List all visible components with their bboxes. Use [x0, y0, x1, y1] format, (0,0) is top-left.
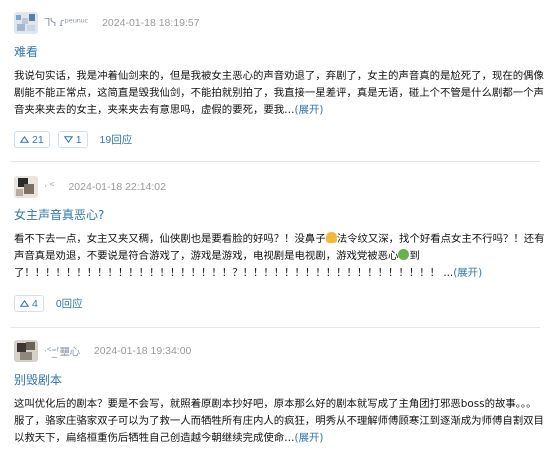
review-header: ᐧᑉ⁼̲ᶠ壨心 2024-01-18 19:34:00 [14, 340, 191, 362]
sick-face-icon [398, 249, 410, 260]
review-title[interactable]: 女主声音真恶心? [14, 206, 104, 223]
downvote-count: 1 [75, 133, 82, 146]
avatar[interactable] [14, 340, 38, 362]
reviewer-name[interactable]: ᐧᑉ⁼̲ᶠ壨心 [44, 344, 80, 359]
expand-link[interactable]: (展开) [453, 267, 482, 279]
review-item: ᒣᓭ ɾᵖᵉᵘⁿᵘᶜ 2024-01-18 18:19:57 难看 我说句实话，… [0, 0, 550, 162]
avatar[interactable] [14, 176, 38, 198]
upvote-count: 21 [32, 133, 44, 146]
downvote-button[interactable]: 1 [57, 131, 88, 148]
upvote-count: 4 [32, 297, 38, 310]
review-timestamp: 2024-01-18 18:19:57 [102, 17, 200, 29]
review-body-line: 看不下去一点，女主又夹又稠，仙侠剧也是要看脸的好吗？！没鼻子 法令纹又深，找个好看… [14, 232, 545, 245]
reply-link[interactable]: 0回应 [56, 296, 83, 311]
triangle-down-icon [63, 136, 73, 143]
review-body-line: 我说句实话，我是冲着仙剑来的，但是我被女主恶心的声音劝退了，弃剧了，女主的声音真… [14, 70, 544, 82]
review-body-line: 这叫优化后的剧本？要是不会写，就照着原剧本抄好吧，原本那么好的剧本就写成了主角团… [14, 398, 537, 410]
review-body: 我说句实话，我是冲着仙剑来的，但是我被女主恶心的声音劝退了，弃剧了，女主的声音真… [14, 68, 546, 119]
review-title[interactable]: 难看 [14, 43, 38, 60]
review-actions: 4 0回应 [14, 295, 83, 312]
review-body: 这叫优化后的剧本？要是不会写，就照着原剧本抄好吧，原本那么好的剧本就写成了主角团… [14, 396, 546, 447]
review-body-line: 声音真是劝退，不要说是符合游戏了，游戏是游戏，电视剧是电视剧，游戏党被恶心到 [14, 249, 420, 262]
review-item: ᐧᑉ⁼̲ᶠ壨心 2024-01-18 19:34:00 别毁剧本 这叫优化后的剧… [0, 328, 550, 454]
review-body-line: 了！！！！！！！！！！！！！！！！！！！！？！！！！！！！！！！！！！！！！！！… [14, 267, 483, 279]
triangle-up-icon [20, 136, 29, 143]
avatar[interactable] [14, 12, 38, 34]
review-body-line: 服了，骆家庄骆家双子可以为了救一人而牺牲所有庄内人的疯狂，明秀从不理解师傅顾寒江… [14, 415, 544, 427]
upvote-button[interactable]: 21 [14, 131, 50, 148]
review-item: ᐧ ᑉ 2024-01-18 22:14:02 女主声音真恶心? 看不下去一点，… [0, 162, 550, 328]
review-timestamp: 2024-01-18 19:34:00 [93, 345, 192, 357]
review-header: ᐧ ᑉ 2024-01-18 22:14:02 [14, 176, 166, 198]
review-actions: 21 1 19回应 [14, 131, 132, 148]
review-title[interactable]: 别毁剧本 [14, 371, 62, 388]
reviewer-name[interactable]: ᐧ ᑉ [44, 181, 55, 193]
triangle-up-icon [20, 300, 29, 307]
reply-link[interactable]: 19回应 [100, 132, 133, 147]
review-body-line: 剧能不能正常点，这简直是毁我仙剑，不能拍就别拍了，我直接一星差评，真是无语，碰上… [14, 87, 544, 99]
folded-hands-icon [325, 232, 337, 243]
review-body-line: 音夹来夹去的女主，夹来夹去有意思吗，虚假的要死，要我…(展开) [14, 104, 324, 116]
review-body-line: 以救天下，扁络桓重伤后牺牲自己创造越今朝继续完成使命…(展开) [14, 432, 324, 444]
review-body: 看不下去一点，女主又夹又稠，仙侠剧也是要看脸的好吗？！没鼻子 法令纹又深，找个好看… [14, 231, 546, 282]
review-header: ᒣᓭ ɾᵖᵉᵘⁿᵘᶜ 2024-01-18 18:19:57 [14, 12, 200, 34]
expand-link[interactable]: (展开) [295, 104, 324, 116]
reviewer-name[interactable]: ᒣᓭ ɾᵖᵉᵘⁿᵘᶜ [44, 17, 88, 29]
review-timestamp: 2024-01-18 22:14:02 [68, 181, 166, 193]
upvote-button[interactable]: 4 [14, 295, 44, 312]
expand-link[interactable]: (展开) [295, 432, 324, 444]
